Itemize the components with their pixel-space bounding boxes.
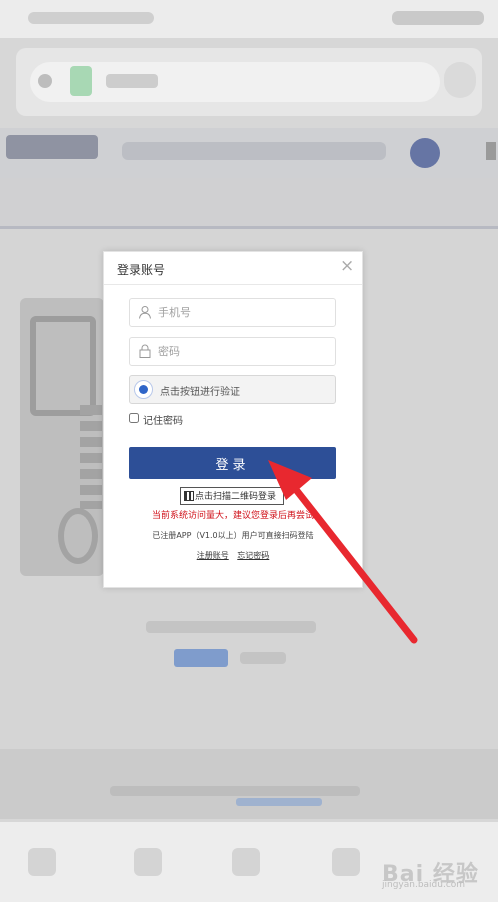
site-nav-edge [486,142,496,160]
register-link[interactable]: 注册账号 [197,551,229,560]
menu-icon[interactable] [232,848,260,876]
login-button[interactable]: 登录 [129,447,336,479]
site-nav-blur [122,142,386,160]
traffic-warning: 当前系统访问量大，建议您登录后再尝试 [151,511,314,521]
background-text-blur [146,621,316,633]
security-shield-icon [70,66,92,96]
background-link-blur [240,652,286,664]
captcha-verify-button[interactable]: 点击按钮进行验证 [129,375,336,404]
background-qr-circle [58,508,98,564]
password-input[interactable] [158,341,328,361]
page-footer [0,749,498,819]
remember-checkbox[interactable] [129,413,139,423]
qr-login-label: 点击扫描二维码登录 [195,492,277,502]
lock-icon [139,344,151,358]
site-logo [6,135,98,159]
remember-label: 记住密码 [143,416,183,427]
background-qr-mark [30,316,96,416]
password-field[interactable] [129,337,336,366]
forward-icon[interactable] [134,848,162,876]
back-icon[interactable] [28,848,56,876]
footer-text-blur [110,786,360,796]
background-button-blur [174,649,228,667]
tabs-icon[interactable] [332,848,360,876]
account-links: 注册账号 忘记密码 [104,550,362,561]
verify-dot-icon [134,380,153,399]
browser-menu-button[interactable] [444,62,476,98]
status-bar-right-blur [392,11,484,25]
app-hint: 已注册APP（V1.0以上）用户可直接扫码登陆 [152,531,314,540]
qr-login-button[interactable]: 点击扫描二维码登录 [180,487,284,505]
verify-label: 点击按钮进行验证 [160,387,240,398]
user-avatar[interactable] [410,138,440,168]
status-bar-left-blur [28,12,154,24]
background-qr-dots [80,405,102,509]
close-icon[interactable]: × [340,257,354,275]
sub-navigation [0,178,498,226]
login-dialog: 登录账号 × 点击按钮进行验证 记住密码 登录 点击扫描二维码登录 当前系统访问… [103,251,363,588]
url-text-blur [106,74,158,88]
qr-code-icon [184,491,194,501]
forgot-password-link[interactable]: 忘记密码 [237,551,269,560]
phone-field[interactable] [129,298,336,327]
watermark-sub: jingyan.baidu.com [382,880,466,890]
user-icon [139,306,151,319]
footer-link-blur [236,798,322,806]
home-icon[interactable] [38,74,52,88]
dialog-header: 登录账号 × [104,252,362,285]
dialog-title: 登录账号 [117,263,166,277]
phone-input[interactable] [158,302,328,322]
